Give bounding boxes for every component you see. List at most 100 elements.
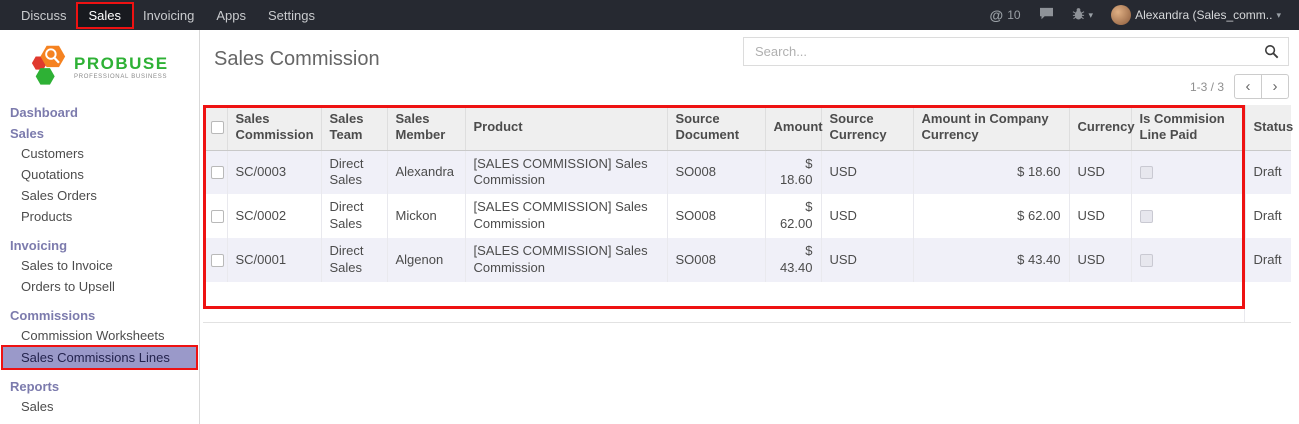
col-status[interactable]: Status [1245,105,1291,150]
cell-paid [1131,238,1245,282]
col-sales-commission[interactable]: Sales Commission [227,105,321,150]
cell-source-doc: SO008 [667,238,765,282]
cell-paid [1131,150,1245,194]
menu-apps[interactable]: Apps [205,4,257,27]
cell-source-currency: USD [821,194,913,238]
sidebar-section-reports[interactable]: Reports [0,377,199,396]
commission-table: Sales Commission Sales Team Sales Member… [203,105,1291,282]
row-checkbox[interactable] [211,254,224,267]
cell-ref: SC/0003 [227,150,321,194]
col-product[interactable]: Product [465,105,667,150]
menu-discuss[interactable]: Discuss [10,4,78,27]
table-row[interactable]: SC/0003 Direct Sales Alexandra [SALES CO… [203,150,1291,194]
col-amount-company-currency[interactable]: Amount in Company Currency [913,105,1069,150]
sidebar-item-sales-commissions-lines[interactable]: Sales Commissions Lines [3,347,196,368]
sidebar-nav: Dashboard Sales Customers Quotations Sal… [0,101,199,417]
topbar: Discuss Sales Invoicing Apps Settings @ … [0,0,1299,30]
cell-team: Direct Sales [321,238,387,282]
col-sales-team[interactable]: Sales Team [321,105,387,150]
cell-status: Draft [1245,150,1291,194]
pager-count: 1-3 / 3 [1190,80,1224,94]
cell-currency: USD [1069,194,1131,238]
search-input[interactable] [753,43,1264,60]
logo-subtitle: PROFESSIONAL BUSINESS [74,74,169,80]
avatar [1111,5,1131,25]
paid-checkbox [1140,254,1153,267]
row-select-cell [203,194,227,238]
empty-rows-area [203,282,1245,322]
sidebar: PROBUSE PROFESSIONAL BUSINESS Dashboard … [0,30,200,424]
cell-source-doc: SO008 [667,194,765,238]
col-currency[interactable]: Currency [1069,105,1131,150]
sidebar-item-reports-sales[interactable]: Sales [0,396,199,417]
table-row[interactable]: SC/0002 Direct Sales Mickon [SALES COMMI… [203,194,1291,238]
cell-paid [1131,194,1245,238]
sidebar-item-sales-to-invoice[interactable]: Sales to Invoice [0,255,199,276]
paid-checkbox [1140,210,1153,223]
sidebar-item-commission-worksheets[interactable]: Commission Worksheets [0,325,199,346]
pager-previous-button[interactable]: ‹ [1234,74,1262,99]
row-checkbox[interactable] [211,166,224,179]
cell-ref: SC/0001 [227,238,321,282]
col-source-document[interactable]: Source Document [667,105,765,150]
select-all-cell [203,105,227,150]
sidebar-item-orders-to-upsell[interactable]: Orders to Upsell [0,276,199,297]
menu-sales[interactable]: Sales [78,4,133,27]
pager-next-button[interactable]: › [1261,74,1289,99]
user-menu[interactable]: Alexandra (Sales_comm.. ▾ [1103,5,1289,25]
cell-amount: $ 18.60 [765,150,821,194]
probuse-logo-icon [30,42,68,93]
cell-amount-company: $ 43.40 [913,238,1069,282]
activity-menu[interactable]: @ 10 [982,7,1029,23]
commission-list-view: Sales Commission Sales Team Sales Member… [203,105,1291,323]
cell-amount-company: $ 18.60 [913,150,1069,194]
search-icon[interactable] [1264,44,1279,59]
table-header-row: Sales Commission Sales Team Sales Member… [203,105,1291,150]
cell-amount: $ 62.00 [765,194,821,238]
sidebar-item-quotations[interactable]: Quotations [0,164,199,185]
cell-status: Draft [1245,194,1291,238]
cell-amount-company: $ 62.00 [913,194,1069,238]
user-label: Alexandra (Sales_comm.. [1135,8,1272,22]
col-is-commission-line-paid[interactable]: Is Commision Line Paid [1131,105,1245,150]
sidebar-section-invoicing[interactable]: Invoicing [0,236,199,255]
menu-settings[interactable]: Settings [257,4,326,27]
cell-amount: $ 43.40 [765,238,821,282]
company-logo[interactable]: PROBUSE PROFESSIONAL BUSINESS [0,30,199,101]
cell-product: [SALES COMMISSION] Sales Commission [465,238,667,282]
caret-down-icon: ▾ [1276,10,1281,21]
cell-member: Mickon [387,194,465,238]
cell-source-currency: USD [821,238,913,282]
cell-member: Algenon [387,238,465,282]
activity-count: 10 [1007,8,1020,22]
main-content: Sales Commission 1-3 / 3 ‹ › [200,30,1299,424]
col-source-currency[interactable]: Source Currency [821,105,913,150]
search-box [743,37,1289,66]
sidebar-item-customers[interactable]: Customers [0,143,199,164]
cell-product: [SALES COMMISSION] Sales Commission [465,194,667,238]
cell-ref: SC/0002 [227,194,321,238]
sidebar-section-commissions[interactable]: Commissions [0,306,199,325]
cell-team: Direct Sales [321,150,387,194]
cell-source-doc: SO008 [667,150,765,194]
sidebar-item-products[interactable]: Products [0,206,199,227]
sidebar-section-sales[interactable]: Sales [0,124,199,143]
col-sales-member[interactable]: Sales Member [387,105,465,150]
row-checkbox[interactable] [211,210,224,223]
menu-invoicing[interactable]: Invoicing [132,4,205,27]
bug-icon [1072,7,1085,23]
chat-bubble-icon [1039,7,1054,23]
pager: 1-3 / 3 ‹ › [1190,74,1289,99]
sidebar-item-sales-orders[interactable]: Sales Orders [0,185,199,206]
col-amount[interactable]: Amount [765,105,821,150]
caret-down-icon: ▾ [1089,10,1094,21]
cell-currency: USD [1069,150,1131,194]
table-row[interactable]: SC/0001 Direct Sales Algenon [SALES COMM… [203,238,1291,282]
page-title: Sales Commission [214,48,380,99]
select-all-checkbox[interactable] [211,121,224,134]
messages-menu[interactable] [1031,7,1062,23]
row-select-cell [203,238,227,282]
sidebar-item-dashboard[interactable]: Dashboard [0,103,199,122]
cell-member: Alexandra [387,150,465,194]
debug-menu[interactable]: ▾ [1064,7,1102,23]
